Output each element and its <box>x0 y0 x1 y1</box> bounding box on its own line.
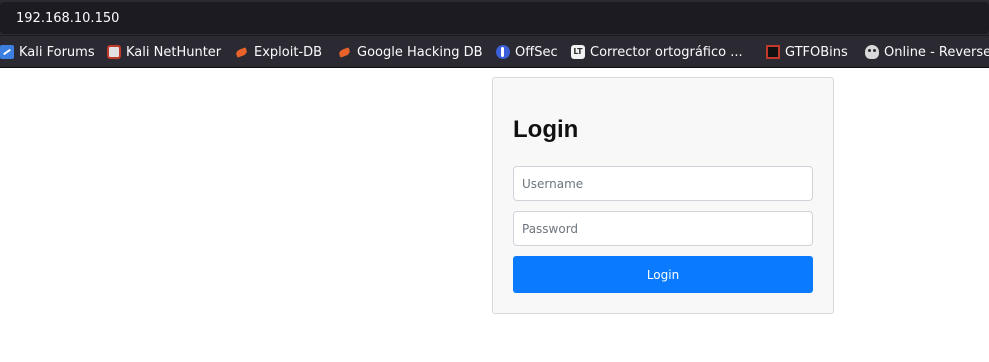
bookmark-online-reverse[interactable]: Online - Reverse <box>865 43 989 61</box>
bookmark-google-hacking-db[interactable]: Google Hacking DB <box>338 43 483 61</box>
bookmarks-toolbar: Kali Forums Kali NetHunter Exploit-DB Go… <box>0 36 989 68</box>
login-title: Login <box>513 116 579 143</box>
bookmark-label: Exploit-DB <box>254 44 323 60</box>
password-input[interactable] <box>513 211 813 246</box>
bookmark-label: Kali Forums <box>19 44 95 60</box>
skull-icon <box>865 45 879 59</box>
nethunter-icon <box>107 45 121 59</box>
browser-toolbar: 192.168.10.150 <box>0 0 989 36</box>
offsec-icon <box>496 45 510 59</box>
bookmark-label: Online - Reverse <box>884 44 989 60</box>
address-bar[interactable]: 192.168.10.150 <box>0 2 989 34</box>
kali-icon <box>0 45 14 59</box>
bookmark-kali-nethunter[interactable]: Kali NetHunter <box>107 43 221 61</box>
bookmark-label: Corrector ortográfico ... <box>590 44 743 60</box>
bookmark-corrector-ortografico[interactable]: LT Corrector ortográfico ... <box>571 43 743 61</box>
address-bar-url[interactable]: 192.168.10.150 <box>16 11 119 26</box>
bookmark-label: OffSec <box>515 44 558 60</box>
bookmark-offsec[interactable]: OffSec <box>496 43 558 61</box>
gtfobins-icon <box>766 45 780 59</box>
exploit-db-icon <box>338 45 352 59</box>
bookmark-kali-forums[interactable]: Kali Forums <box>0 43 95 61</box>
bookmark-label: GTFOBins <box>785 44 848 60</box>
username-input[interactable] <box>513 166 813 201</box>
bookmark-exploit-db[interactable]: Exploit-DB <box>235 43 322 61</box>
login-button[interactable]: Login <box>513 256 813 293</box>
login-card: Login Login <box>492 77 834 314</box>
languagetool-icon: LT <box>571 45 585 59</box>
bookmark-label: Google Hacking DB <box>357 44 483 60</box>
bookmark-gtfobins[interactable]: GTFOBins <box>766 43 848 61</box>
bookmark-label: Kali NetHunter <box>126 44 222 60</box>
exploit-db-icon <box>235 45 249 59</box>
